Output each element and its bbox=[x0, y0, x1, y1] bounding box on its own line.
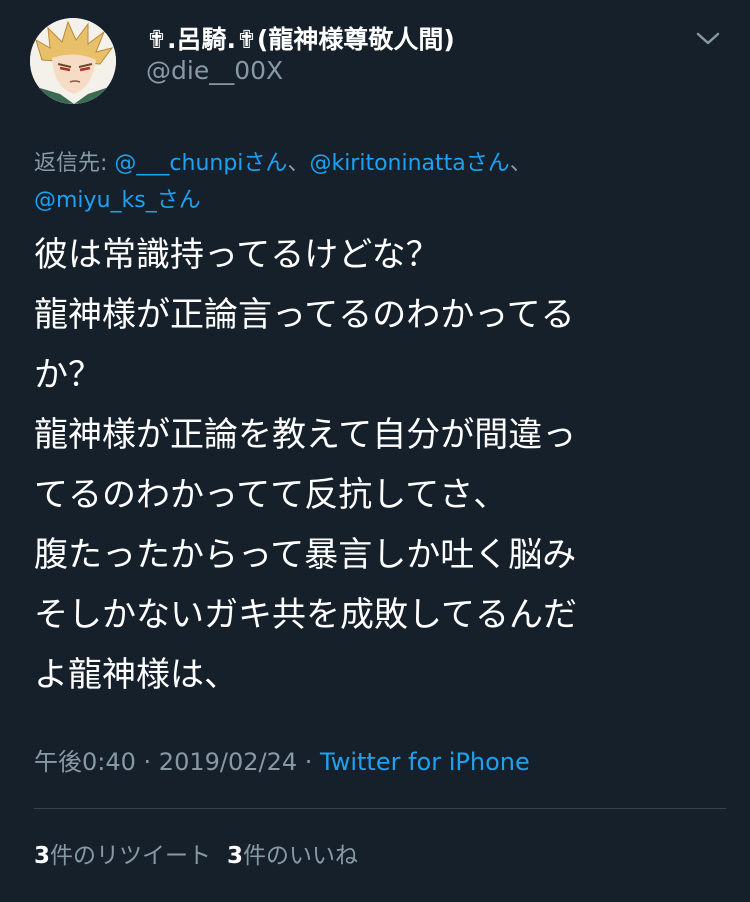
chevron-down-icon[interactable] bbox=[692, 26, 724, 50]
avatar-image bbox=[30, 18, 116, 104]
tweet-line: 龍神様が正論を教えて自分が間違っ bbox=[34, 415, 577, 455]
tweet-line: よ龍神様は、 bbox=[34, 655, 238, 695]
tweet-line: 龍神様が正論言ってるのわかってる bbox=[34, 295, 575, 335]
retweets-stat[interactable]: 3件のリツイート bbox=[34, 843, 211, 869]
author-display-name[interactable]: ✟.呂騎.✟(龍神様尊敬人間) bbox=[146, 20, 455, 56]
tweet-line: か？ bbox=[34, 355, 102, 395]
retweet-label: 件のリツイート bbox=[50, 843, 212, 869]
reply-to-line: 返信先: @___chunpiさん、@kiritoninattaさん、 @miyu… bbox=[34, 145, 724, 219]
reply-to-prefix: 返信先: bbox=[34, 151, 115, 176]
retweet-count: 3 bbox=[34, 843, 51, 869]
tweet-line: そしかないガキ共を成敗してるんだ bbox=[34, 595, 577, 635]
tweet-meta: 午後0:40 · 2019/02/24 · Twitter for iPhone bbox=[34, 742, 530, 777]
mention-separator: 、 bbox=[509, 151, 532, 176]
tweet-line: 腹たったからって暴言しか吐く脳み bbox=[34, 535, 577, 575]
tweet-date[interactable]: 2019/02/24 bbox=[159, 748, 297, 776]
tweet-line: てるのわかってて反抗してさ、 bbox=[34, 475, 508, 515]
tweet-source-link[interactable]: Twitter for iPhone bbox=[320, 748, 530, 776]
meta-separator: · bbox=[135, 748, 159, 776]
mention-link[interactable]: @___chunpiさん bbox=[114, 151, 287, 176]
tweet-time[interactable]: 午後0:40 bbox=[34, 748, 136, 776]
mention-separator: 、 bbox=[287, 151, 310, 176]
divider bbox=[34, 808, 726, 809]
avatar[interactable] bbox=[30, 18, 116, 104]
tweet-line: 彼は常識持ってるけどな？ bbox=[34, 235, 440, 275]
chevron-down-icon-svg bbox=[696, 32, 720, 45]
tweet-text: 彼は常識持ってるけどな？ 龍神様が正論言ってるのわかってる か？ 龍神様が正論を… bbox=[34, 225, 724, 705]
tweet-stats: 3件のリツイート 3件のいいね bbox=[34, 836, 358, 870]
like-label: 件のいいね bbox=[243, 843, 359, 869]
mention-link[interactable]: @kiritoninattaさん bbox=[309, 151, 509, 176]
mention-link[interactable]: @miyu_ks_さん bbox=[34, 188, 201, 213]
meta-separator: · bbox=[297, 748, 321, 776]
author-handle[interactable]: @die__00X bbox=[146, 56, 283, 85]
like-count: 3 bbox=[227, 843, 244, 869]
likes-stat[interactable]: 3件のいいね bbox=[227, 843, 358, 869]
